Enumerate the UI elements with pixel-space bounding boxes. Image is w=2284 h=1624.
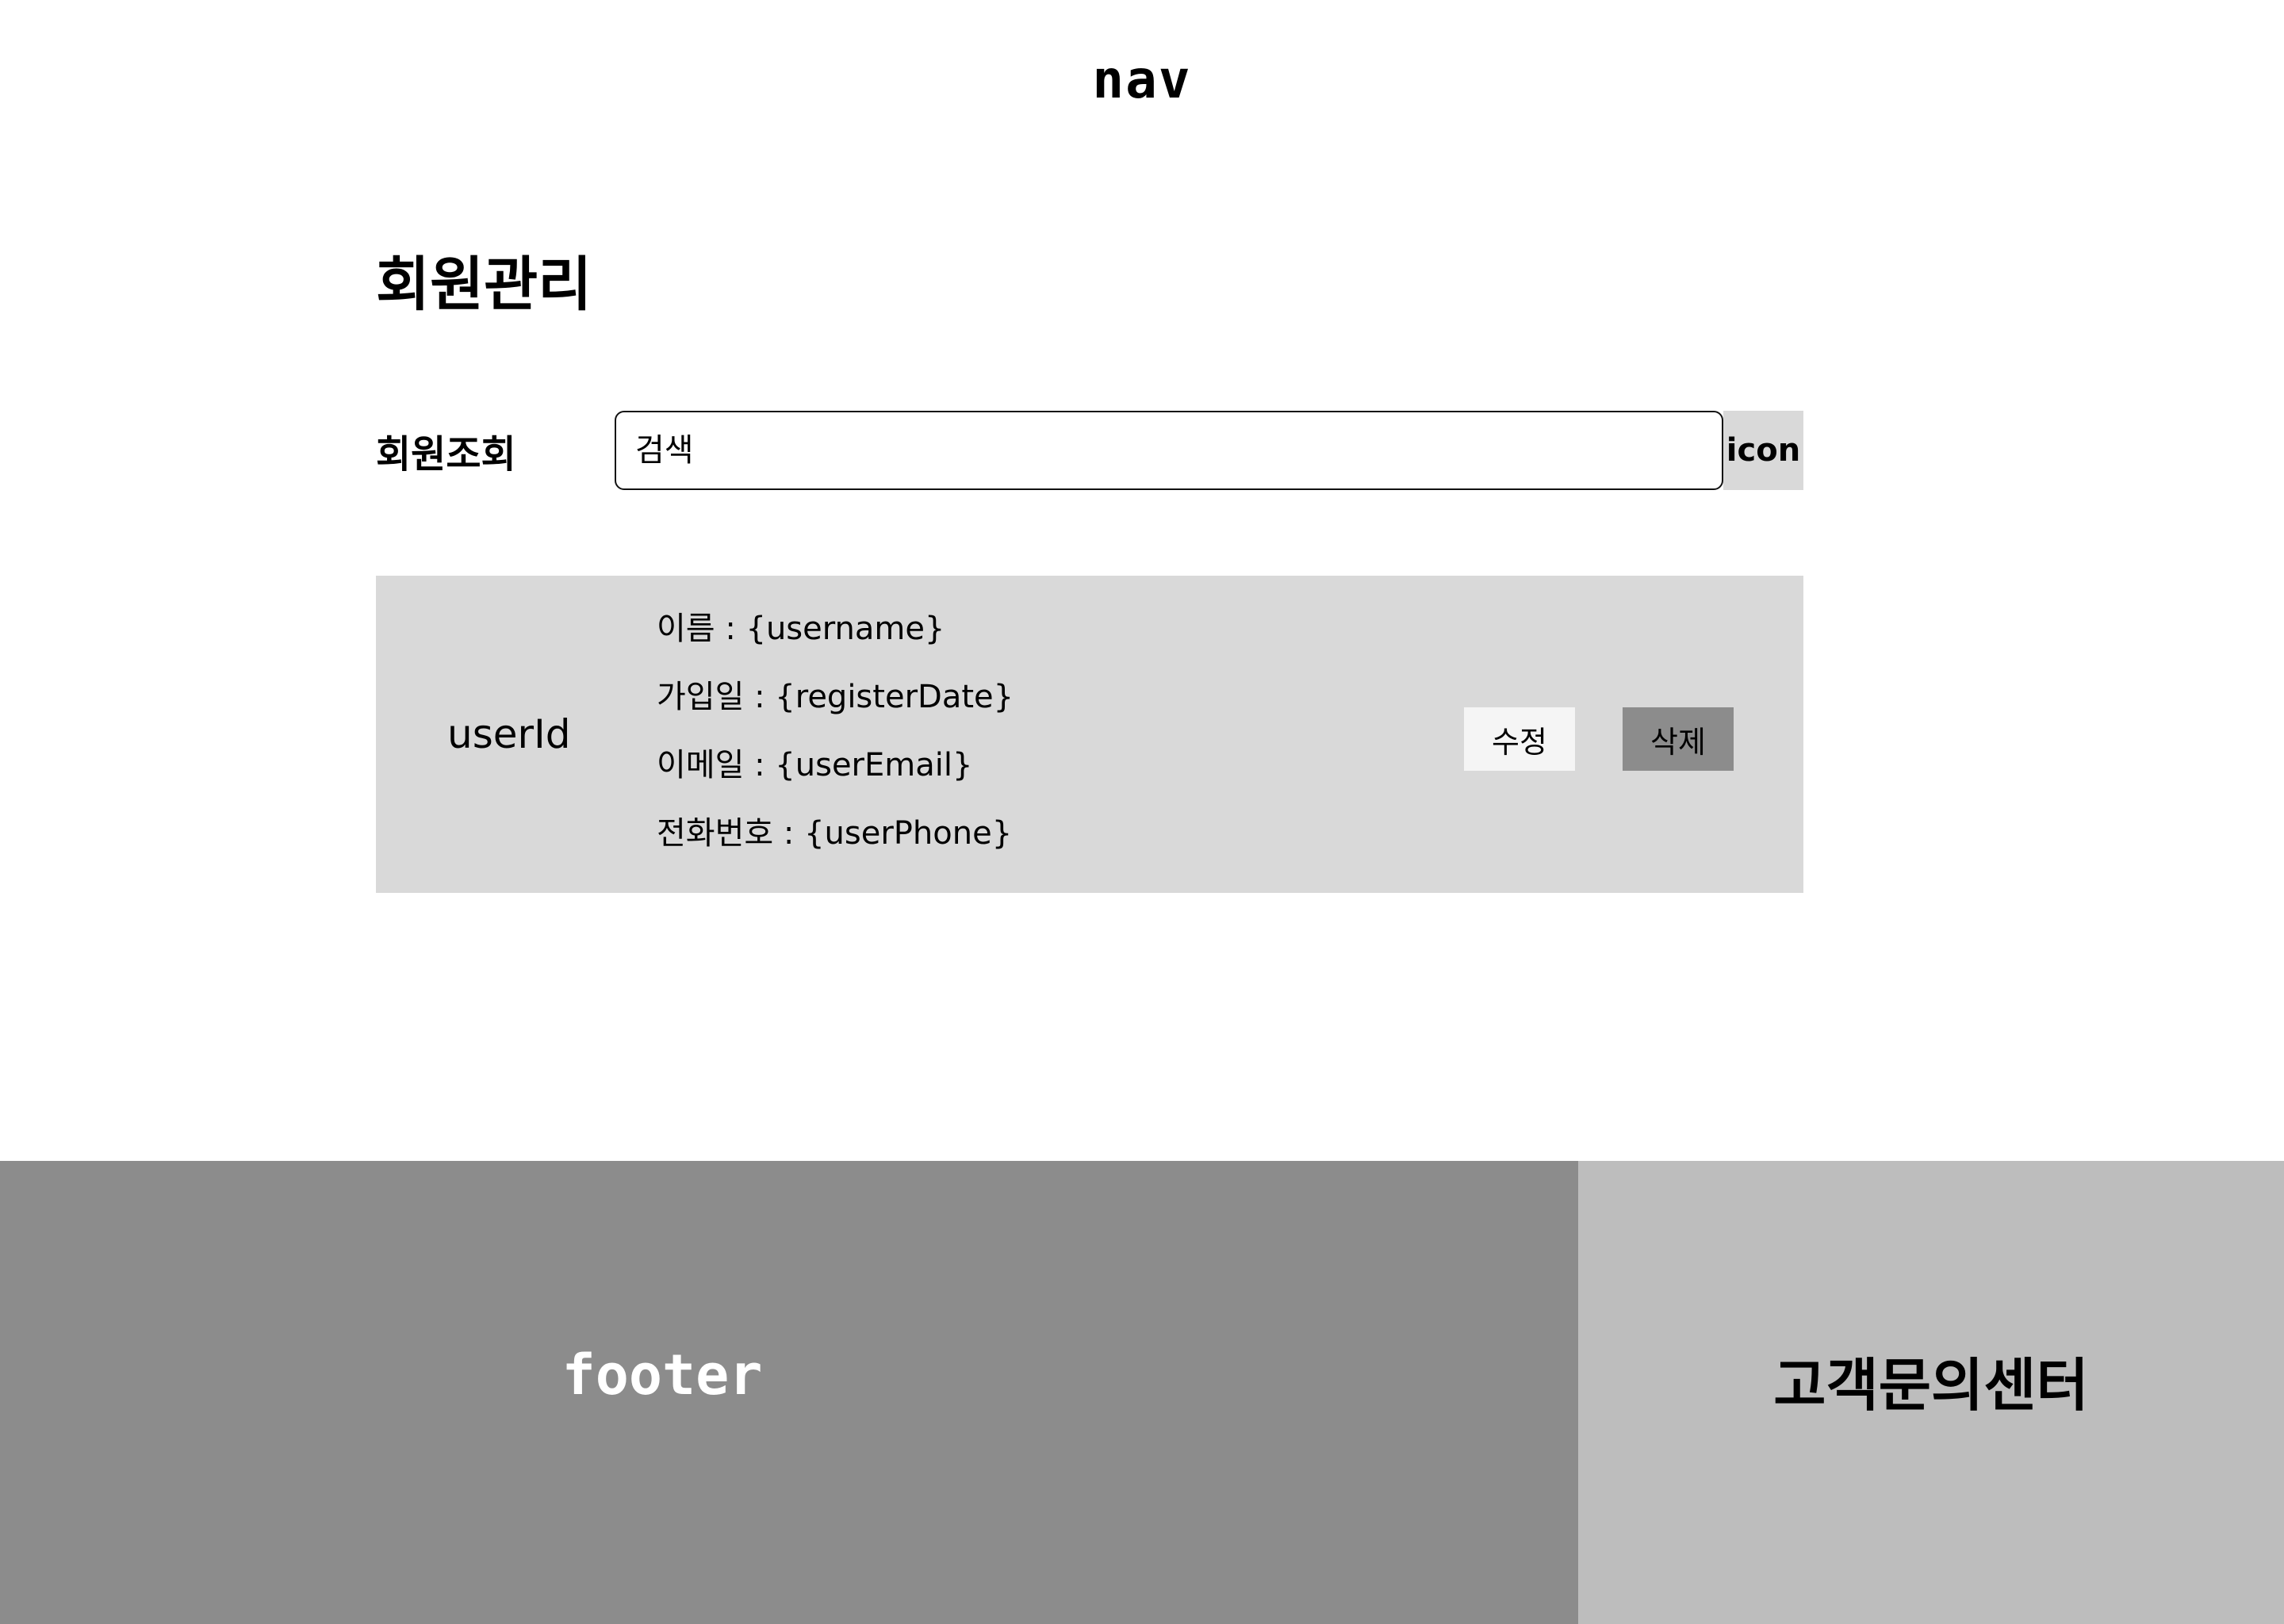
member-detail-name: 이름 : {username}: [657, 611, 945, 647]
page-title: 회원관리: [376, 251, 592, 319]
support-center-label: 고객문의센터: [1773, 1351, 2089, 1419]
delete-button[interactable]: 삭제: [1623, 707, 1734, 771]
member-user-id: userId: [447, 711, 571, 757]
footer: footer: [0, 1161, 1578, 1624]
search-icon-label: icon: [1726, 432, 1801, 469]
member-card: userId 이름 : {username} 가입일 : {registerDa…: [376, 576, 1803, 893]
search-icon[interactable]: icon: [1723, 411, 1803, 490]
member-details: 이름 : {username} 가입일 : {registerDate} 이메일…: [657, 611, 1014, 868]
nav-bar: nav: [0, 0, 2284, 159]
edit-button[interactable]: 수정: [1464, 707, 1575, 771]
member-search-row: 회원조회 icon: [376, 411, 1803, 490]
support-center-panel[interactable]: 고객문의센터: [1578, 1161, 2284, 1624]
footer-label: footer: [561, 1342, 763, 1408]
search-input[interactable]: [615, 411, 1723, 490]
page: nav 회원관리 회원조회 icon userId 이름 : {username…: [0, 0, 2284, 1624]
member-detail-register-date: 가입일 : {registerDate}: [657, 679, 1014, 715]
nav-label: nav: [1092, 48, 1192, 110]
member-detail-phone: 전화번호 : {userPhone}: [657, 815, 1013, 852]
member-detail-email: 이메일 : {userEmail}: [657, 747, 973, 783]
search-label: 회원조회: [376, 432, 516, 477]
